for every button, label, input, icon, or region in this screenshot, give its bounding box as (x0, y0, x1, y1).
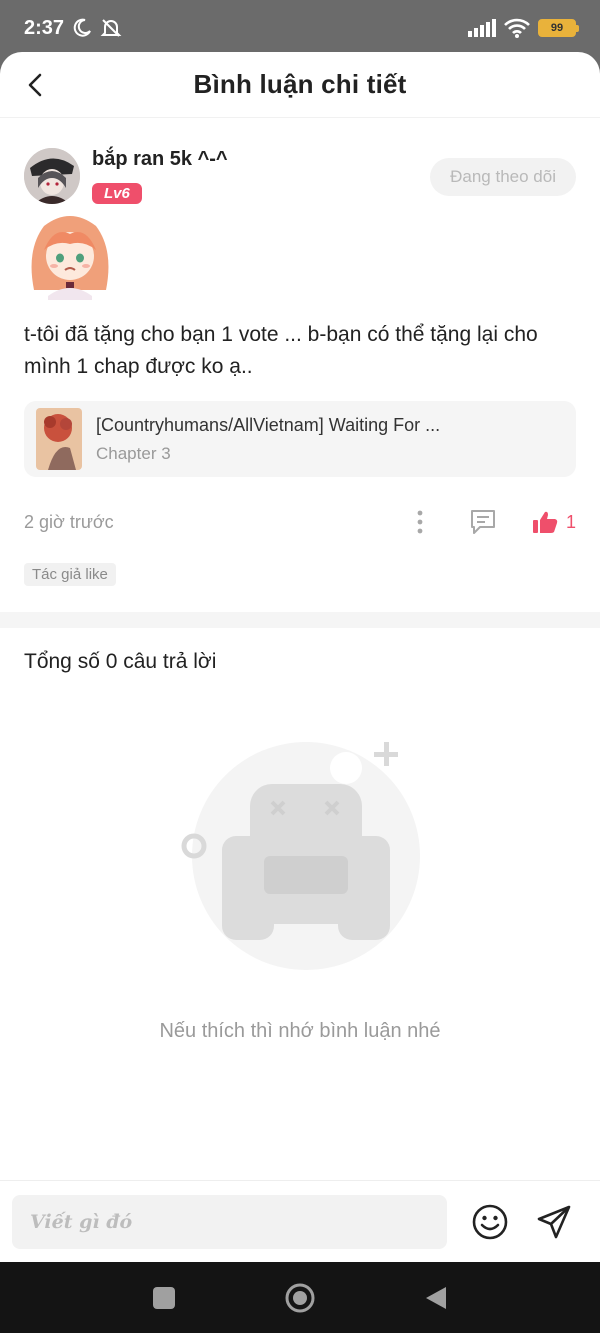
comment-time: 2 giờ trước (24, 511, 114, 532)
like-button[interactable]: 1 (532, 509, 576, 535)
thumbs-up-icon (532, 511, 558, 533)
follow-button[interactable]: Đang theo dõi (430, 158, 576, 196)
chapter-number: Chapter 3 (96, 443, 171, 463)
system-nav-bar (0, 1262, 600, 1333)
chapter-title: [Countryhumans/AllVietnam] Waiting For .… (96, 414, 441, 435)
level-badge: Lv6 (92, 183, 142, 204)
comment-text: t-tôi đã tặng cho bạn 1 vote ... b-bạn c… (24, 323, 538, 378)
empty-state: Nếu thích thì nhớ bình luận nhé (0, 716, 600, 1056)
signal-icon (468, 19, 496, 37)
comment-card: bắp ran 5k ^-^ Lv6 Đang theo dõi t-tôi đ… (0, 118, 600, 586)
status-time: 2:37 (24, 16, 65, 39)
chapter-link-card[interactable]: [Countryhumans/AllVietnam] Waiting For .… (24, 401, 576, 477)
phone-screen: 2:37 99 Bình luận chi tiết bắp ran 5k ^-… (0, 0, 600, 1333)
wifi-icon (504, 18, 530, 38)
send-icon[interactable] (535, 1203, 573, 1241)
comment-meta-row: 2 giờ trước 1 (24, 507, 576, 537)
emoji-icon[interactable] (471, 1203, 509, 1241)
reply-comment-icon[interactable] (468, 507, 498, 537)
home-circle-icon (285, 1283, 315, 1312)
header: Bình luận chi tiết (0, 52, 600, 118)
square-icon (153, 1286, 175, 1309)
more-vertical-icon[interactable] (410, 509, 430, 535)
replies-count-title: Tổng số 0 câu trả lời (24, 650, 217, 673)
section-divider (0, 612, 600, 628)
author-liked-tag: Tác giả like (24, 563, 116, 586)
home-button[interactable] (285, 1283, 315, 1313)
username[interactable]: bắp ran 5k ^-^ (92, 148, 228, 171)
moon-icon (73, 18, 91, 37)
chapter-cover (36, 408, 82, 470)
recent-apps-button[interactable] (149, 1283, 179, 1313)
anime-girl-sticker (31, 216, 109, 300)
empty-sofa-illustration (181, 742, 420, 970)
avatar[interactable] (24, 148, 80, 204)
comment-input-bar (0, 1180, 600, 1262)
chevron-left-icon[interactable] (22, 70, 52, 100)
empty-state-text: Nếu thích thì nhớ bình luận nhé (159, 1020, 441, 1042)
battery-icon: 99 (538, 19, 579, 37)
comment-input[interactable] (12, 1194, 447, 1249)
triangle-back-icon (426, 1286, 446, 1309)
page-title: Bình luận chi tiết (193, 69, 407, 99)
bell-off-icon (100, 19, 122, 37)
comment-detail-sheet: Bình luận chi tiết bắp ran 5k ^-^ Lv6 Đa… (0, 52, 600, 1262)
back-button[interactable] (421, 1283, 451, 1313)
status-bar: 2:37 99 (0, 0, 600, 56)
user-row: bắp ran 5k ^-^ Lv6 Đang theo dõi (24, 148, 576, 204)
like-count: 1 (565, 511, 576, 532)
